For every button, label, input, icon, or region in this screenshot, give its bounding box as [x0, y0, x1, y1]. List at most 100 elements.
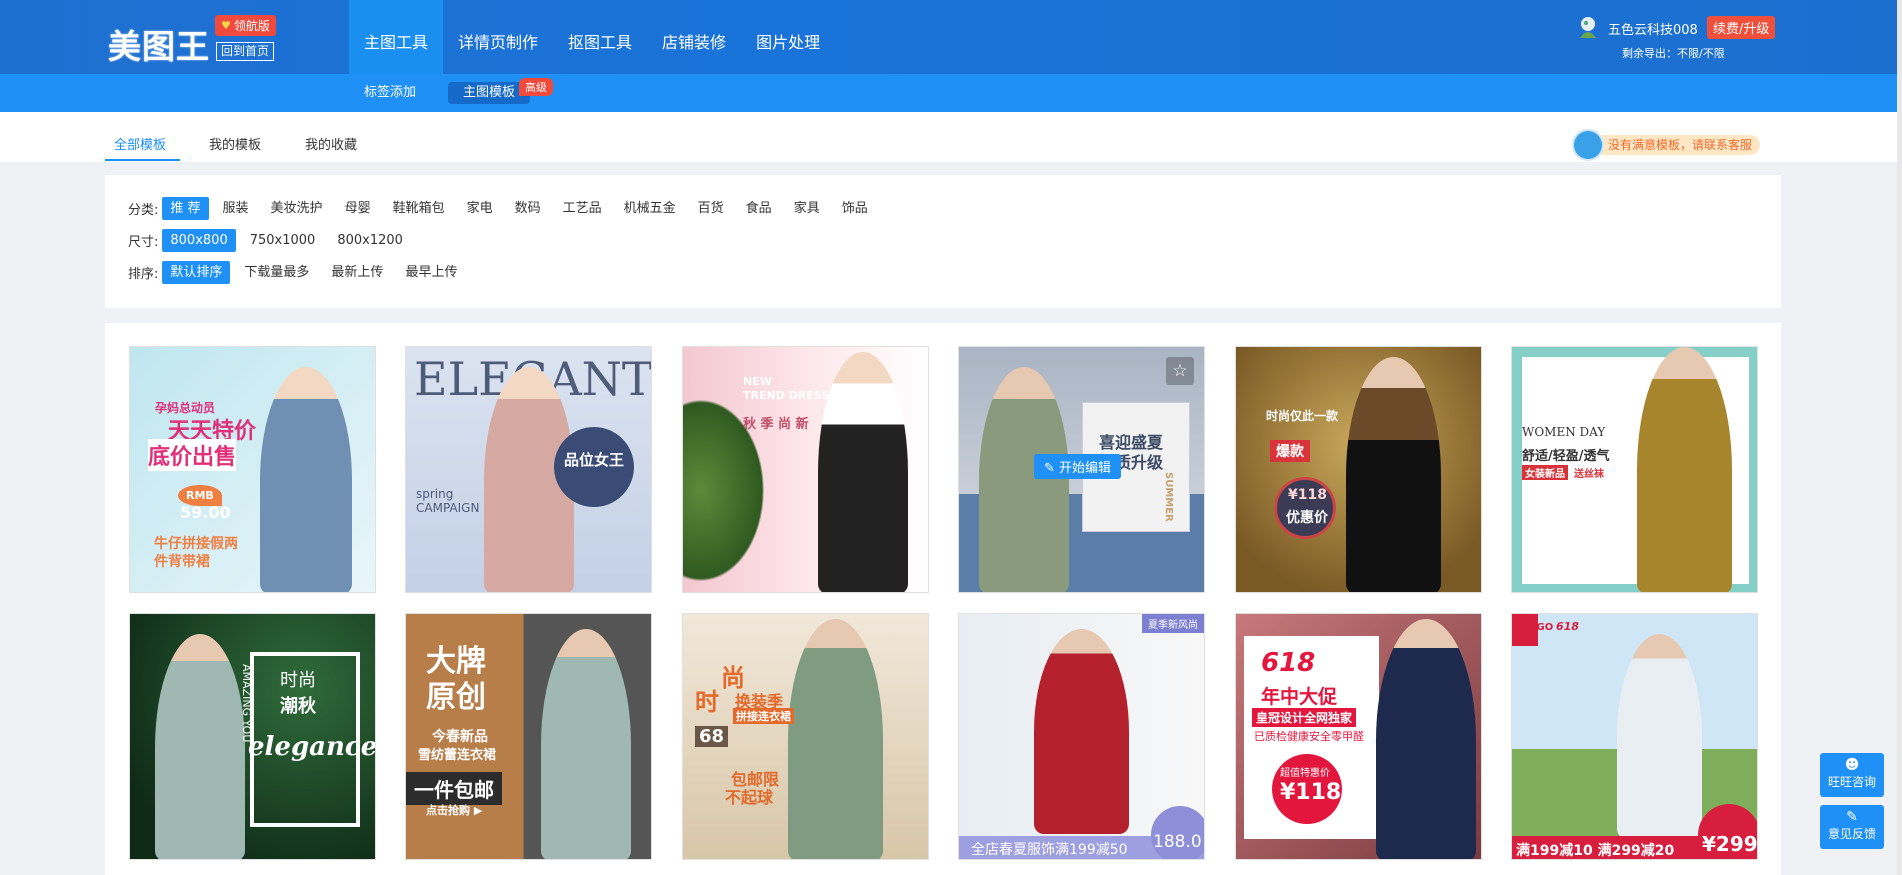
template-card[interactable]: 孕妈总动员 天天特价 底价出售 RMB 59.00 牛仔拼接假两 件背带裙	[129, 346, 376, 593]
category-chip[interactable]: 家电	[459, 197, 501, 220]
size-chip[interactable]: 750x1000	[242, 229, 324, 252]
feedback-button[interactable]: ✎ 意见反馈	[1820, 805, 1884, 849]
card-text: 时尚	[280, 670, 316, 691]
card-text: 59.00	[180, 503, 231, 522]
card-text: 品位女王	[554, 427, 634, 507]
model-figure	[1346, 357, 1441, 592]
card-text: 雪纺蕾连衣裙	[418, 748, 497, 763]
category-chip[interactable]: 机械五金	[616, 197, 684, 220]
subnav-item-main-templates[interactable]: 主图模板	[448, 82, 531, 104]
card-text: spring	[416, 487, 454, 501]
favorite-star-button[interactable]: ☆	[1166, 357, 1194, 385]
subnav-item-tag-add[interactable]: 标签添加	[349, 82, 431, 104]
app-logo[interactable]: 美图王	[108, 20, 210, 68]
card-text: ¥118	[1288, 487, 1327, 503]
tab-my-favorites[interactable]: 我的收藏	[305, 134, 357, 153]
nav-item-store-decoration[interactable]: 店铺装修	[647, 0, 741, 74]
back-home-button[interactable]: 回到首页	[216, 42, 275, 61]
category-chip[interactable]: 服装	[215, 197, 257, 220]
template-card[interactable]: 尚 时 换装季 拼接连衣裙 68 包邮限 不起球	[682, 613, 929, 860]
card-text: 618	[1556, 620, 1579, 633]
card-text: 时尚仅此一款	[1266, 409, 1339, 423]
card-text: NEW	[743, 375, 772, 388]
premium-badge: 高级	[519, 78, 553, 96]
card-text: 全店春夏服饰满199减50	[971, 842, 1128, 858]
start-edit-button[interactable]: ✎ 开始编辑	[1034, 454, 1122, 479]
avatar[interactable]	[1577, 16, 1599, 40]
card-text: TREND DRESSES	[743, 389, 845, 402]
main-nav: 主图工具 详情页制作 抠图工具 店铺装修 图片处理	[349, 0, 835, 74]
card-text: 夏季新风尚	[1142, 614, 1204, 633]
sub-nav: 标签添加 主图模板	[0, 74, 1897, 112]
sort-chip[interactable]: 下载量最多	[236, 261, 317, 284]
card-text: 原创	[426, 680, 486, 715]
model-figure	[1034, 629, 1129, 834]
start-edit-label: 开始编辑	[1059, 461, 1112, 476]
card-text: 潮秋	[280, 696, 316, 717]
contact-service-link[interactable]: 没有满意模板，请联系客服	[1574, 131, 1761, 159]
card-text: 秋 季 尚 新	[743, 417, 809, 432]
nav-item-main-image-tools[interactable]: 主图工具	[349, 0, 444, 74]
card-text: WOMEN DAY	[1522, 425, 1606, 439]
card-text: ¥299	[1702, 832, 1758, 856]
category-chip[interactable]: 家具	[786, 197, 828, 220]
model-figure	[155, 634, 245, 859]
template-card[interactable]: 夏季新风尚 全店春夏服饰满199减50 188.0	[958, 613, 1205, 860]
tab-all-templates[interactable]: 全部模板	[114, 134, 166, 153]
nav-item-detail-page[interactable]: 详情页制作	[443, 0, 553, 74]
sort-chip[interactable]: 最新上传	[323, 261, 391, 284]
card-text: elegance	[248, 732, 376, 762]
nav-item-cutout-tool[interactable]: 抠图工具	[553, 0, 647, 74]
page-scrollbar[interactable]	[1897, 0, 1902, 875]
sort-chip[interactable]: 最早上传	[397, 261, 465, 284]
card-text: AMAZING YOU	[240, 664, 253, 743]
category-chip[interactable]: 鞋靴箱包	[385, 197, 453, 220]
template-card[interactable]: WOMEN DAY 舒适/轻盈/透气 女装新品 送丝袜	[1511, 346, 1758, 593]
edit-icon: ✎	[1044, 461, 1055, 476]
renew-upgrade-button[interactable]: 续费/升级	[1707, 16, 1776, 39]
card-text: 底价出售	[148, 439, 237, 471]
wangwang-consult-button[interactable]: ☻ 旺旺咨询	[1820, 753, 1884, 797]
category-chip[interactable]: 美妆洗护	[263, 197, 331, 220]
top-header: 美图王 ♥ 领航版 回到首页 主图工具 详情页制作 抠图工具 店铺装修 图片处理…	[0, 0, 1897, 74]
model-figure	[1376, 619, 1476, 859]
template-card[interactable]: 大牌 原创 今春新品 雪纺蕾连衣裙 一件包邮 点击抢购 ▶	[405, 613, 652, 860]
card-text: ¥118	[1280, 780, 1342, 805]
card-text: 满199减10 满299减20	[1516, 843, 1675, 859]
category-chip[interactable]: 数码	[507, 197, 549, 220]
card-text: 送丝袜	[1574, 469, 1604, 480]
sort-label: 排序:	[128, 267, 159, 282]
template-tabs: 全部模板 我的模板 我的收藏 没有满意模板，请联系客服	[0, 112, 1897, 162]
category-chip[interactable]: 推 荐	[162, 197, 209, 220]
diamond-icon: ♥	[221, 19, 231, 32]
template-card[interactable]: 喜迎盛夏 品质升级 SUMMER ☆ ✎ 开始编辑	[958, 346, 1205, 593]
sort-chip[interactable]: 默认排序	[162, 261, 231, 284]
filter-panel: 分类: 推 荐 服装 美妆洗护 母婴 鞋靴箱包 家电 数码 工艺品 机械五金 百…	[105, 175, 1781, 308]
category-chip[interactable]: 百货	[690, 197, 732, 220]
qq-penguin-icon	[1574, 131, 1602, 159]
card-text: 拼接连衣裙	[733, 708, 794, 724]
category-chip[interactable]: 工艺品	[555, 197, 610, 220]
template-card[interactable]: 时尚仅此一款 爆款 ¥118 优惠价	[1235, 346, 1482, 593]
category-chip[interactable]: 母婴	[337, 197, 379, 220]
category-chip[interactable]: 食品	[738, 197, 780, 220]
template-card[interactable]: 时尚 潮秋 elegance AMAZING YOU	[129, 613, 376, 860]
template-card[interactable]: 618 年中大促 皇冠设计全网独家 已质检健康安全零甲醛 超值特惠价 ¥118	[1235, 613, 1482, 860]
remaining-exports: 剩余导出：不限/不限	[1622, 47, 1725, 60]
template-card[interactable]: ELEGANT 品位女王 spring CAMPAIGN	[405, 346, 652, 593]
chat-icon: ☻	[1844, 757, 1860, 773]
model-figure	[979, 367, 1069, 592]
category-chip[interactable]: 饰品	[834, 197, 876, 220]
edition-badge: ♥ 领航版	[215, 15, 276, 36]
template-card[interactable]: NEW TREND DRESSES 秋 季 尚 新	[682, 346, 929, 593]
size-chip[interactable]: 800x800	[162, 229, 236, 252]
user-name[interactable]: 五色云科技008	[1608, 19, 1698, 38]
card-text: 不起球	[725, 788, 774, 807]
card-text: 牛仔拼接假两	[154, 536, 238, 552]
card-text: 已质检健康安全零甲醛	[1254, 730, 1364, 743]
nav-item-image-processing[interactable]: 图片处理	[741, 0, 835, 74]
template-card[interactable]: LOGO 618 满199减10 满299减20 ¥299	[1511, 613, 1758, 860]
size-chip[interactable]: 800x1200	[329, 229, 411, 252]
category-label: 分类:	[128, 203, 159, 218]
tab-my-templates[interactable]: 我的模板	[209, 134, 261, 153]
